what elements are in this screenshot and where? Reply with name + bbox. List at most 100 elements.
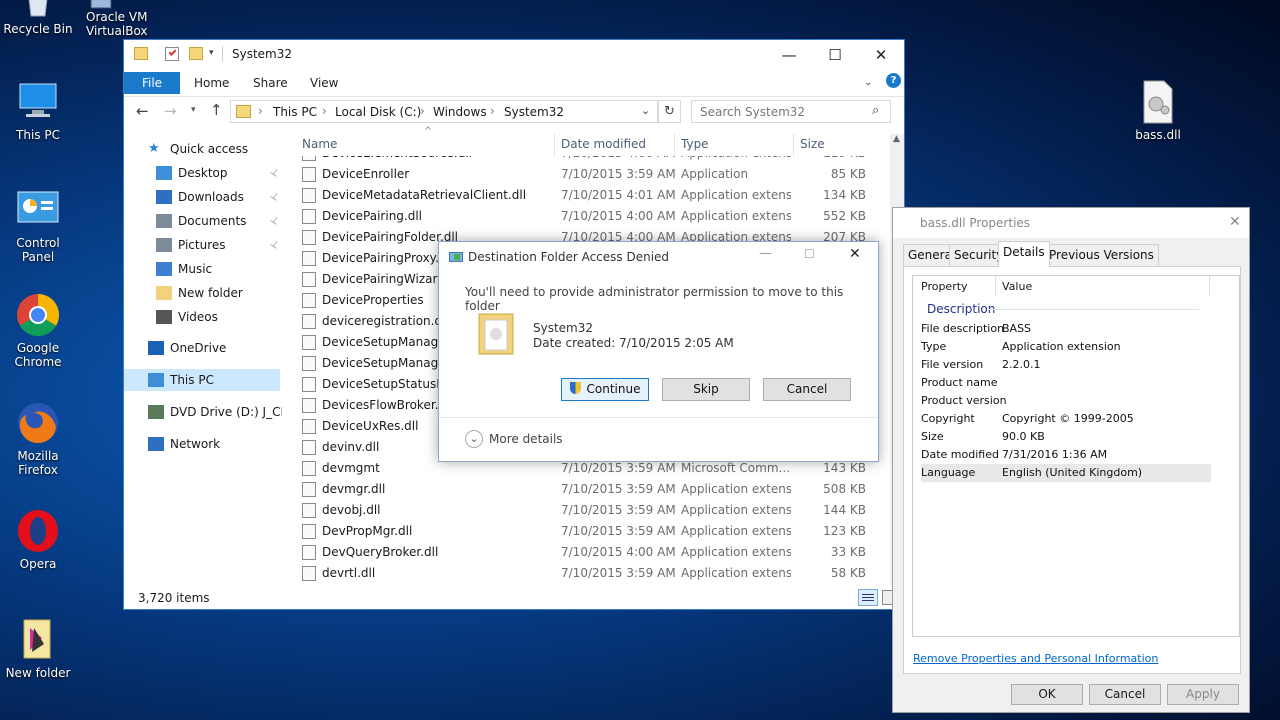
file-icon xyxy=(302,230,316,245)
window-title: System32 xyxy=(232,47,293,61)
expand-ribbon-icon[interactable]: ⌄ xyxy=(864,77,872,88)
ok-button[interactable]: OK xyxy=(1011,684,1083,705)
continue-button[interactable]: Continue xyxy=(561,378,649,401)
customize-toolbar-icon[interactable]: ▾ xyxy=(209,48,214,58)
file-icon xyxy=(302,251,316,266)
desktop-icon-chrome[interactable]: Google Chrome xyxy=(0,293,76,369)
table-row[interactable]: DeviceEnroller 7/10/2015 3:59 AM Applicati… xyxy=(302,164,870,185)
column-property[interactable]: Property xyxy=(921,280,968,293)
table-row[interactable]: DevPropMgr.dll 7/10/2015 3:59 AM Applicati… xyxy=(302,521,870,542)
desktop-icon-bass-dll[interactable]: bass.dll xyxy=(1120,80,1196,142)
properties-quick-icon[interactable] xyxy=(165,47,179,61)
close-button[interactable]: ✕ xyxy=(858,40,904,70)
minimize-button[interactable]: — xyxy=(766,40,812,70)
firefox-icon xyxy=(16,401,60,445)
recycle-bin-icon xyxy=(16,0,60,34)
computer-icon xyxy=(16,80,60,124)
property-row[interactable]: File description BASS xyxy=(921,320,1211,338)
tab-view[interactable]: View xyxy=(300,72,348,94)
maximize-button[interactable]: ☐ xyxy=(804,247,815,261)
divider xyxy=(674,134,675,156)
table-row[interactable]: devobj.dll 7/10/2015 3:59 AM Application e… xyxy=(302,500,870,521)
details-view-icon[interactable] xyxy=(858,589,878,606)
file-name: DevicePairing.dll xyxy=(322,209,423,223)
property-row[interactable]: Product name xyxy=(921,374,1211,392)
file-icon xyxy=(302,167,316,182)
file-icon xyxy=(302,524,316,539)
maximize-button[interactable]: ☐ xyxy=(812,40,858,70)
table-row[interactable]: devmgr.dll 7/10/2015 3:59 AM Application e… xyxy=(302,479,870,500)
column-date-modified[interactable]: Date modified xyxy=(561,137,646,151)
desktop-icon-this-pc[interactable]: This PC xyxy=(0,80,76,142)
tab-file[interactable]: File xyxy=(124,72,180,94)
breadcrumb-system32[interactable]: System32 xyxy=(504,105,564,119)
skip-button[interactable]: Skip xyxy=(662,378,750,401)
property-row[interactable]: Language English (United Kingdom) xyxy=(921,464,1211,482)
divider xyxy=(1209,276,1210,296)
back-icon[interactable]: ← xyxy=(136,102,149,120)
desktop-icon-new-folder[interactable]: New folder xyxy=(0,618,76,680)
file-icon xyxy=(302,503,316,518)
property-row[interactable]: File version 2.2.0.1 xyxy=(921,356,1211,374)
recent-locations-icon[interactable]: ▾ xyxy=(191,105,196,115)
chevron-down-icon[interactable]: ⌄ xyxy=(465,430,483,448)
scroll-up-icon[interactable]: ▲ xyxy=(893,134,900,144)
tab-previous-versions[interactable]: Previous Versions xyxy=(1044,244,1159,266)
file-date: 7/10/2015 3:59 AM xyxy=(561,524,676,538)
close-button[interactable]: ✕ xyxy=(849,246,861,262)
desktop-icon-opera[interactable]: Opera xyxy=(0,509,76,571)
search-input[interactable]: Search System32 ⌕ xyxy=(691,100,891,123)
remove-properties-link[interactable]: Remove Properties and Personal Informati… xyxy=(913,652,1158,665)
property-row[interactable]: Type Application extension xyxy=(921,338,1211,356)
forward-icon[interactable]: → xyxy=(164,102,177,120)
divider xyxy=(124,96,904,97)
close-button[interactable]: ✕ xyxy=(1229,214,1241,230)
apply-button[interactable]: Apply xyxy=(1167,684,1239,705)
chevron-right-icon: › xyxy=(420,104,425,118)
dll-file-icon xyxy=(1136,80,1180,124)
column-value[interactable]: Value xyxy=(1002,280,1032,293)
cancel-button[interactable]: Cancel xyxy=(1089,684,1161,705)
minimize-button[interactable]: — xyxy=(759,246,772,261)
more-details-link[interactable]: More details xyxy=(489,432,563,446)
column-headers: Name Date modified Type Size xyxy=(296,134,876,156)
folder-date-created: Date created: 7/10/2015 2:05 AM xyxy=(533,336,734,350)
file-icon xyxy=(302,272,316,287)
property-row[interactable]: Date modified 7/31/2016 1:36 AM xyxy=(921,446,1211,464)
table-row[interactable]: DevQueryBroker.dll 7/10/2015 4:00 AM Appli… xyxy=(302,542,870,563)
new-folder-quick-icon[interactable] xyxy=(189,47,203,60)
desktop-icon-recycle-bin[interactable]: Recycle Bin xyxy=(0,0,76,36)
help-icon[interactable]: ? xyxy=(886,73,901,88)
table-row[interactable]: devrtl.dll 7/10/2015 3:59 AM Application e… xyxy=(302,563,870,584)
divider xyxy=(222,46,223,62)
table-row[interactable]: DeviceElementSource.dll7/10/2015 4:00 AM… xyxy=(302,156,870,164)
property-row[interactable]: Copyright Copyright © 1999-2005 xyxy=(921,410,1211,428)
chevron-down-icon[interactable]: ⌄ xyxy=(641,104,650,117)
table-row[interactable]: DevicePairing.dll 7/10/2015 4:00 AM Applic… xyxy=(302,206,870,227)
desktop-icon-control-panel[interactable]: Control Panel xyxy=(0,188,76,264)
file-date: 7/10/2015 3:59 AM xyxy=(561,167,676,181)
column-name[interactable]: Name xyxy=(302,137,337,151)
up-icon[interactable]: ↑ xyxy=(210,101,223,119)
tab-home[interactable]: Home xyxy=(184,72,239,94)
desktop-icon-firefox[interactable]: Mozilla Firefox xyxy=(0,401,76,477)
tab-details[interactable]: Details xyxy=(998,241,1050,267)
refresh-icon[interactable]: ↻ xyxy=(658,100,681,123)
desktop-icon-virtualbox[interactable]: Oracle VM VirtualBox xyxy=(75,0,155,38)
tab-share[interactable]: Share xyxy=(243,72,298,94)
file-date: 7/10/2015 4:00 AM xyxy=(561,545,676,559)
property-row[interactable]: Product version xyxy=(921,392,1211,410)
breadcrumb-this-pc[interactable]: This PC xyxy=(273,105,317,119)
address-bar[interactable]: › This PC › Local Disk (C:) › Windows › … xyxy=(230,100,658,123)
property-row[interactable]: Size 90.0 KB xyxy=(921,428,1211,446)
chevron-right-icon: › xyxy=(322,104,327,118)
chevron-right-icon: › xyxy=(490,104,495,118)
breadcrumb-local-disk[interactable]: Local Disk (C:) xyxy=(335,105,421,119)
access-denied-dialog: Destination Folder Access Denied — ☐ ✕ Y… xyxy=(438,241,879,462)
column-size[interactable]: Size xyxy=(800,137,825,151)
table-row[interactable]: DeviceMetadataRetrievalClient.dll 7/10/20… xyxy=(302,185,870,206)
virtualbox-icon xyxy=(85,0,129,10)
column-type[interactable]: Type xyxy=(681,137,709,151)
breadcrumb-windows[interactable]: Windows xyxy=(433,105,487,119)
cancel-button[interactable]: Cancel xyxy=(763,378,851,401)
